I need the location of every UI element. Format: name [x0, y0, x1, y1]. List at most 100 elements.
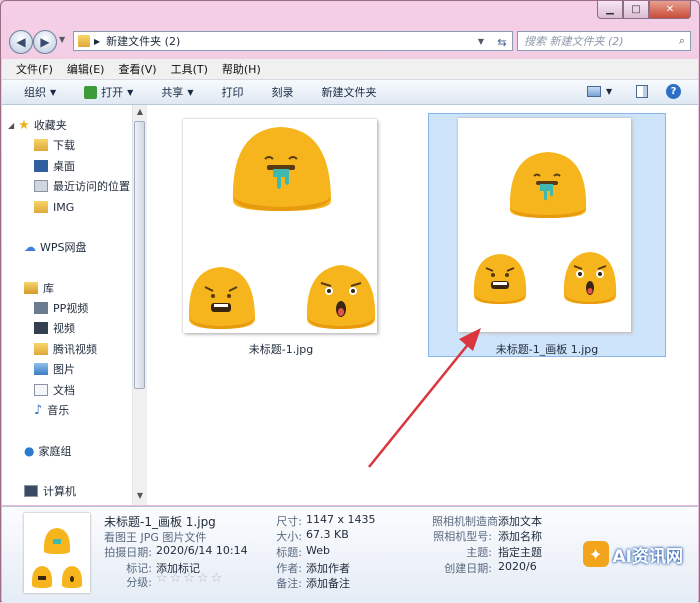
menu-view[interactable]: 查看(V) — [118, 61, 156, 77]
arrow-head-icon — [459, 328, 481, 351]
menu-bar: 文件(F) 编辑(E) 查看(V) 工具(T) 帮助(H) — [2, 59, 698, 80]
dims-value: 1147 x 1435 — [306, 513, 376, 526]
forward-button[interactable]: ▶ — [33, 30, 57, 54]
print-button[interactable]: 打印 — [221, 84, 243, 100]
nav-desktop[interactable]: 桌面 — [34, 156, 75, 176]
image-viewer-icon — [84, 85, 98, 99]
share-button[interactable]: 共享 ▼ — [161, 84, 193, 100]
nav-scrollbar[interactable]: ▲ ▼ — [132, 105, 147, 505]
nav-recent[interactable]: 最近访问的位置 — [34, 176, 130, 196]
nav-homegroup[interactable]: ● 家庭组 — [24, 441, 71, 461]
chevron-down-icon: ▼ — [187, 87, 194, 97]
preview-pane-icon[interactable] — [636, 85, 648, 98]
subject-label: 主题: — [466, 546, 492, 559]
maximize-button[interactable]: □ — [623, 1, 649, 19]
nav-wps[interactable]: ☁ WPS网盘 — [24, 237, 87, 257]
created-label: 创建日期: — [444, 562, 492, 575]
nav-favorites-label: 收藏夹 — [33, 119, 67, 132]
nav-music[interactable]: ♪ 音乐 — [34, 400, 69, 420]
preview-emoji-icon — [31, 528, 83, 588]
nav-pp-video[interactable]: PP视频 — [34, 298, 88, 318]
nav-homegroup-label: 家庭组 — [38, 445, 72, 458]
nav-computer-label: 计算机 — [43, 485, 76, 498]
pp-video-icon — [34, 302, 48, 314]
open-button[interactable]: 打开 ▼ — [84, 84, 133, 100]
star-icon: ★ — [18, 117, 30, 133]
burn-button[interactable]: 刻录 — [271, 84, 293, 100]
search-input[interactable]: 搜索 新建文件夹 (2) ⌕ — [517, 31, 691, 51]
details-filetype: 看图王 JPG 图片文件 — [104, 531, 207, 544]
nav-img[interactable]: IMG — [34, 197, 74, 217]
nav-downloads[interactable]: 下载 — [34, 135, 75, 155]
recent-places-icon — [34, 180, 48, 192]
new-folder-button[interactable]: 新建文件夹 — [321, 84, 376, 100]
note-value[interactable]: 添加备注 — [306, 575, 350, 591]
subject-value[interactable]: 指定主题 — [498, 544, 542, 560]
address-bar[interactable]: ▶ 新建文件夹 (2) ▼ — [73, 31, 513, 51]
share-label: 共享 — [161, 86, 184, 99]
nav-recent-label: 最近访问的位置 — [53, 180, 130, 193]
organize-label: 组织 — [24, 86, 46, 99]
back-button[interactable]: ◀ — [9, 30, 33, 54]
rating-stars[interactable]: ☆☆☆☆☆ — [156, 571, 224, 586]
caption-buttons: ▁ □ ✕ — [597, 1, 691, 19]
camera-model-value[interactable]: 添加名称 — [498, 528, 542, 544]
view-dropdown-icon[interactable]: ▼ — [606, 87, 612, 96]
details-filename: 未标题-1_画板 1.jpg — [104, 515, 216, 529]
camera-maker-value[interactable]: 添加文本 — [498, 513, 542, 529]
nav-pictures-label: 图片 — [53, 363, 75, 376]
size-label: 大小: — [276, 530, 302, 543]
nav-img-label: IMG — [53, 200, 75, 214]
command-bar: 组织 ▼ 打开 ▼ 共享 ▼ 打印 刻录 新建文件夹 ▼ ? — [2, 80, 698, 105]
breadcrumb-current[interactable]: 新建文件夹 (2) — [106, 33, 180, 49]
nav-library-label: 库 — [43, 282, 54, 295]
close-button[interactable]: ✕ — [649, 1, 691, 19]
expand-arrow-icon: ◢ — [8, 120, 15, 130]
help-icon[interactable]: ? — [666, 84, 681, 99]
author-value[interactable]: 添加作者 — [306, 560, 350, 576]
nav-music-label: 音乐 — [47, 404, 70, 417]
menu-help[interactable]: 帮助(H) — [222, 61, 261, 77]
nav-documents[interactable]: 文档 — [34, 380, 75, 400]
view-options-icon[interactable] — [587, 86, 601, 97]
open-label: 打开 — [101, 86, 124, 99]
author-label: 作者: — [276, 562, 302, 575]
address-row: ◀ ▶ ▼ ▶ 新建文件夹 (2) ▼ ⇆ 搜索 新建文件夹 (2) ⌕ — [9, 29, 691, 55]
desktop-icon — [34, 160, 48, 172]
menu-tools[interactable]: 工具(T) — [171, 61, 208, 77]
watermark-logo-icon: ✦ — [582, 541, 609, 567]
address-dropdown-icon[interactable]: ▼ — [478, 37, 484, 46]
created-value: 2020/6 — [498, 560, 537, 573]
nav-computer[interactable]: 计算机 — [24, 481, 76, 501]
nav-tencent-video-label: 腾讯视频 — [53, 343, 97, 356]
downloads-folder-icon — [34, 139, 48, 151]
nav-library[interactable]: 库 — [24, 278, 54, 298]
nav-pictures[interactable]: 图片 — [34, 359, 75, 379]
library-icon — [24, 282, 38, 294]
homegroup-icon: ● — [24, 444, 35, 458]
back-arrow-icon: ◀ — [16, 35, 26, 49]
note-label: 备注: — [276, 577, 302, 590]
nav-tencent-video[interactable]: 腾讯视频 — [34, 339, 97, 359]
breadcrumb-separator-icon: ▶ — [94, 36, 101, 46]
scrollbar-thumb[interactable] — [134, 121, 145, 389]
organize-button[interactable]: 组织 ▼ — [24, 84, 56, 100]
minimize-button[interactable]: ▁ — [597, 1, 623, 19]
camera-maker-label: 照相机制造商: — [432, 515, 502, 528]
scroll-down-icon[interactable]: ▼ — [135, 491, 145, 503]
nav-video[interactable]: 视频 — [34, 318, 75, 338]
date-value: 2020/6/14 10:14 — [156, 544, 248, 557]
nav-favorites[interactable]: ◢ ★ 收藏夹 — [8, 115, 67, 135]
scroll-up-icon[interactable]: ▲ — [135, 107, 145, 119]
recent-pages-chevron-icon[interactable]: ▼ — [59, 35, 65, 44]
menu-edit[interactable]: 编辑(E) — [67, 61, 105, 77]
pictures-icon — [34, 363, 48, 375]
menu-file[interactable]: 文件(F) — [16, 61, 53, 77]
preview-thumbnail — [24, 513, 90, 593]
refresh-button[interactable]: ⇆ — [491, 33, 513, 51]
search-icon: ⌕ — [678, 34, 685, 47]
date-label: 拍摄日期: — [104, 546, 152, 559]
title-value[interactable]: Web — [306, 544, 330, 557]
nav-video-label: 视频 — [53, 322, 75, 335]
tencent-video-icon — [34, 343, 48, 355]
